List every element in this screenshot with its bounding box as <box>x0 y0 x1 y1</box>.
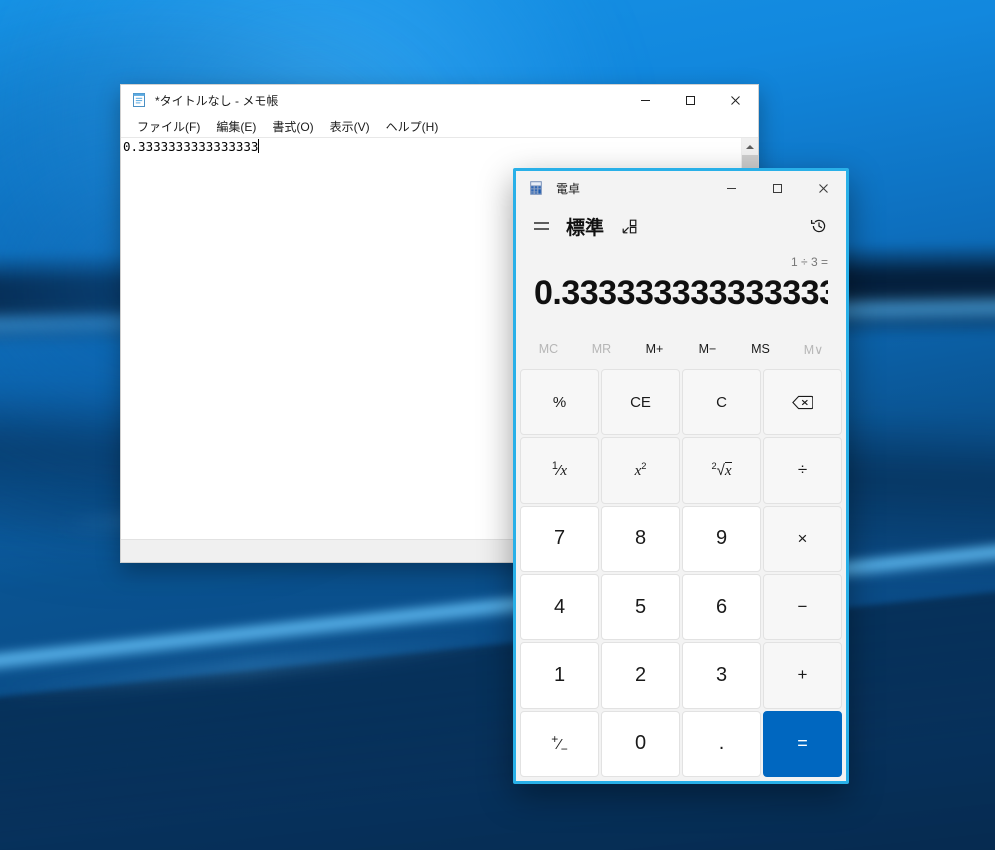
digit-8-key[interactable]: 8 <box>601 505 680 572</box>
digit-6-key[interactable]: 6 <box>682 574 761 641</box>
menu-item-help[interactable]: ヘルプ(H) <box>378 116 447 137</box>
equals-key[interactable]: = <box>763 710 842 777</box>
notepad-menubar: ファイル(F) 編集(E) 書式(O) 表示(V) ヘルプ(H) <box>121 115 758 137</box>
memory-list-button[interactable]: M∨ <box>787 334 840 364</box>
add-key[interactable]: + <box>763 642 842 709</box>
calculator-result: 0.3333333333333333 <box>534 274 828 312</box>
subtract-key[interactable]: − <box>763 574 842 641</box>
menu-item-format[interactable]: 書式(O) <box>264 116 321 137</box>
divide-key[interactable]: ÷ <box>763 437 842 504</box>
scroll-up-icon[interactable] <box>742 138 758 155</box>
digit-1-key[interactable]: 1 <box>520 642 599 709</box>
multiply-key[interactable]: × <box>763 505 842 572</box>
calculator-close-button[interactable] <box>800 171 846 205</box>
backspace-key[interactable] <box>763 369 842 436</box>
notepad-icon <box>131 92 147 108</box>
notepad-minimize-button[interactable] <box>623 85 668 115</box>
calculator-title: 電卓 <box>556 181 581 196</box>
memory-clear-button[interactable]: MC <box>522 334 575 364</box>
reciprocal-key[interactable]: 1⁄x <box>520 437 599 504</box>
notepad-window-controls <box>623 85 758 115</box>
percent-key[interactable]: % <box>520 369 599 436</box>
history-icon[interactable] <box>802 209 836 243</box>
calculator-minimize-button[interactable] <box>708 171 754 205</box>
desktop: *タイトルなし - メモ帳 ファイル(F) 編集(E) 書式(O) 表示(V) … <box>0 0 995 850</box>
sign-toggle-key[interactable]: +⁄− <box>520 710 599 777</box>
memory-recall-button[interactable]: MR <box>575 334 628 364</box>
clear-key[interactable]: C <box>682 369 761 436</box>
calculator-icon <box>528 180 544 196</box>
square-root-key[interactable]: 2√x <box>682 437 761 504</box>
notepad-titlebar[interactable]: *タイトルなし - メモ帳 <box>121 85 758 115</box>
calculator-window[interactable]: 電卓 標準 1 ÷ 3 = 0.3333333333333333 MC MR M… <box>513 168 849 784</box>
calculator-mode-label: 標準 <box>566 217 605 239</box>
notepad-text-content: 0.3333333333333333 <box>123 139 259 154</box>
digit-7-key[interactable]: 7 <box>520 505 599 572</box>
keep-on-top-icon[interactable] <box>614 211 644 241</box>
calculator-window-controls <box>708 171 846 205</box>
memory-add-button[interactable]: M+ <box>628 334 681 364</box>
calculator-titlebar[interactable]: 電卓 <box>516 171 846 205</box>
digit-0-key[interactable]: 0 <box>601 710 680 777</box>
decimal-point-key[interactable]: . <box>682 710 761 777</box>
calculator-memory-row: MC MR M+ M− MS M∨ <box>516 331 846 367</box>
notepad-close-button[interactable] <box>713 85 758 115</box>
clear-entry-key[interactable]: CE <box>601 369 680 436</box>
digit-2-key[interactable]: 2 <box>601 642 680 709</box>
digit-3-key[interactable]: 3 <box>682 642 761 709</box>
square-key[interactable]: x2 <box>601 437 680 504</box>
memory-store-button[interactable]: MS <box>734 334 787 364</box>
digit-5-key[interactable]: 5 <box>601 574 680 641</box>
text-caret <box>258 139 260 153</box>
calculator-maximize-button[interactable] <box>754 171 800 205</box>
digit-9-key[interactable]: 9 <box>682 505 761 572</box>
menu-item-edit[interactable]: 編集(E) <box>208 116 264 137</box>
notepad-title: *タイトルなし - メモ帳 <box>155 93 279 108</box>
calculator-expression: 1 ÷ 3 = <box>791 255 828 269</box>
calculator-navbar: 標準 <box>516 205 846 247</box>
calculator-keypad: % CE C 1⁄x x2 2√x ÷ 7 8 9 × 4 5 6 − 1 2 … <box>516 367 846 781</box>
calculator-display: 1 ÷ 3 = 0.3333333333333333 <box>516 247 846 331</box>
digit-4-key[interactable]: 4 <box>520 574 599 641</box>
hamburger-menu-icon[interactable] <box>524 209 558 243</box>
memory-subtract-button[interactable]: M− <box>681 334 734 364</box>
notepad-maximize-button[interactable] <box>668 85 713 115</box>
menu-item-view[interactable]: 表示(V) <box>322 116 378 137</box>
menu-item-file[interactable]: ファイル(F) <box>129 116 208 137</box>
